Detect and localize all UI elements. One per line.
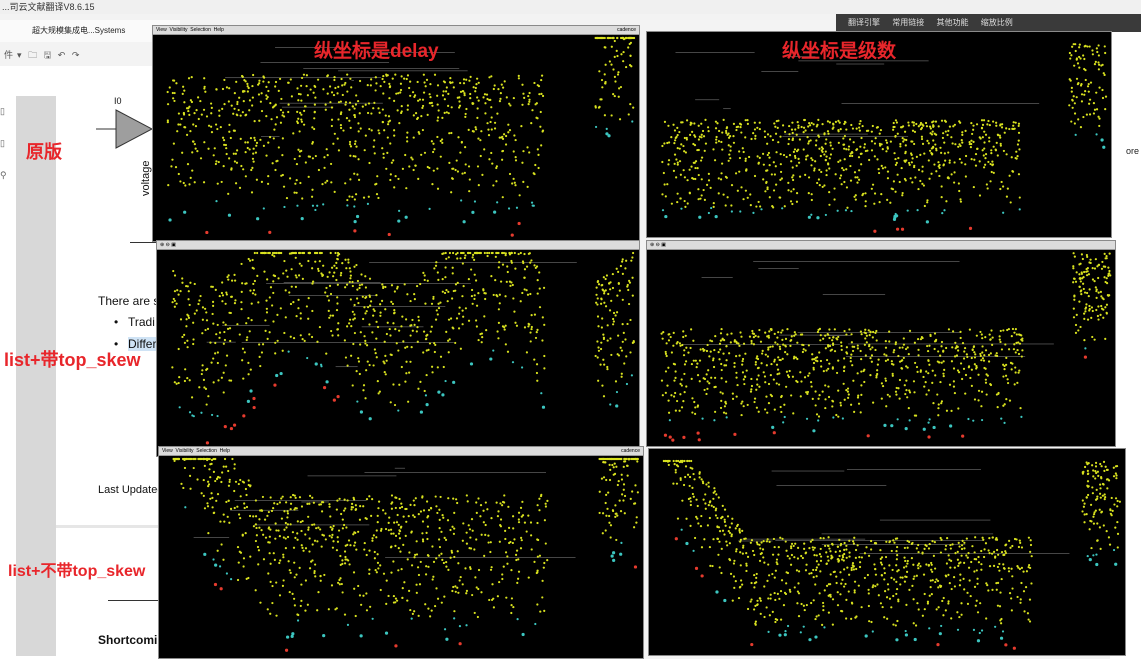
search-icon[interactable]: ⚲ — [0, 170, 10, 202]
editor-toolbar: 件 ▾ 🗀 🖫 ↶ ↷ — [0, 44, 160, 66]
menu-help[interactable]: Help — [220, 448, 230, 454]
clock-tree-plot — [172, 457, 639, 652]
document-tab[interactable]: 超大规模集成电...Systems — [0, 26, 125, 35]
panel-toolbar: View Visibility Selection Help cadence — [159, 447, 643, 456]
save-icon[interactable]: 🖫 — [44, 50, 52, 60]
zoom-in-icon[interactable]: ⊕ — [160, 242, 164, 248]
page-icon[interactable]: ▯ — [0, 138, 10, 170]
side-icon-strip: ▯ ▯ ⚲ — [0, 106, 10, 202]
tree-panel-delay-list-top-skew[interactable]: ⊕ ⊖ ▣ — [156, 240, 640, 457]
tree-panel-level-list-top-skew[interactable]: ⊕ ⊖ ▣ — [646, 240, 1116, 447]
annotation-ylabel-delay: 纵坐标是delay — [314, 41, 439, 62]
menu-visibility[interactable]: Visibility — [170, 27, 188, 33]
annotation-list-top-skew: list+带top_skew — [4, 350, 141, 370]
panel-toolbar: ⊕ ⊖ ▣ — [157, 241, 639, 250]
redo-icon[interactable]: ↷ — [72, 50, 80, 60]
bookmark-icon[interactable]: ▯ — [0, 106, 10, 138]
fit-icon[interactable]: ▣ — [661, 242, 666, 248]
menu-visibility[interactable]: Visibility — [176, 448, 194, 454]
toolbar-item-engine[interactable]: 翻译引擎 — [848, 18, 880, 27]
toolbar-item-other[interactable]: 其他功能 — [936, 18, 968, 27]
doc-rule — [108, 600, 160, 601]
toolbar-item-links[interactable]: 常用链接 — [892, 18, 924, 27]
translate-toolbar: 翻译引擎 常用链接 其他功能 缩放比例 — [836, 14, 1141, 32]
panel-toolbar: View Visibility Selection Help cadence — [153, 26, 639, 35]
panel-toolbar: ⊕ ⊖ ▣ — [647, 241, 1115, 250]
menu-view[interactable]: View — [162, 448, 173, 454]
doc-heading: Shortcomin — [98, 633, 165, 647]
panel-tag: cadence — [617, 27, 636, 33]
annotation-original: 原版 — [26, 142, 62, 162]
toolbar-item-zoom[interactable]: 缩放比例 — [981, 18, 1013, 27]
zoom-out-icon[interactable]: ⊖ — [166, 242, 170, 248]
menu-selection[interactable]: Selection — [196, 448, 217, 454]
chevron-down-icon[interactable]: ▾ — [17, 50, 22, 60]
annotation-list-no-top-skew: list+不带top_skew — [8, 563, 146, 580]
clock-tree-plot — [660, 252, 1112, 442]
clock-tree-plot — [171, 251, 635, 445]
undo-icon[interactable]: ↶ — [58, 50, 66, 60]
clock-tree-plot — [662, 459, 1121, 650]
figure-label-i0: I0 — [114, 96, 122, 106]
app-root: ...司云文献翻译V8.6.15 超大规模集成电...Systems 件 ▾ 🗀 … — [0, 0, 1141, 659]
section-divider — [56, 525, 160, 528]
panel-tag: cadence — [621, 448, 640, 454]
figure-ylabel: voltage — [140, 160, 152, 196]
menu-selection[interactable]: Selection — [190, 27, 211, 33]
bullet-dot: • — [114, 315, 119, 329]
fit-icon[interactable]: ▣ — [171, 242, 176, 248]
zoom-in-icon[interactable]: ⊕ — [650, 242, 654, 248]
window-title-bar: ...司云文献翻译V8.6.15 — [0, 0, 1141, 14]
file-menu[interactable]: 件 — [4, 50, 13, 60]
menu-help[interactable]: Help — [214, 27, 224, 33]
translation-snippet: ore — [1126, 146, 1140, 156]
doc-paragraph: There are s — [98, 294, 160, 308]
zoom-out-icon[interactable]: ⊖ — [656, 242, 660, 248]
tree-panel-delay-list-no-top-skew[interactable]: View Visibility Selection Help cadence — [158, 446, 644, 659]
doc-last-updated: Last Updated — [98, 484, 164, 496]
buffer-symbol — [96, 109, 154, 149]
folder-icon[interactable]: 🗀 — [28, 50, 37, 60]
tree-panel-level-list-no-top-skew[interactable] — [648, 448, 1126, 656]
annotation-ylabel-level: 纵坐标是级数 — [782, 41, 897, 62]
window-title: ...司云文献翻译V8.6.15 — [2, 2, 95, 12]
menu-view[interactable]: View — [156, 27, 167, 33]
doc-bullet-1: Tradi — [128, 315, 155, 329]
